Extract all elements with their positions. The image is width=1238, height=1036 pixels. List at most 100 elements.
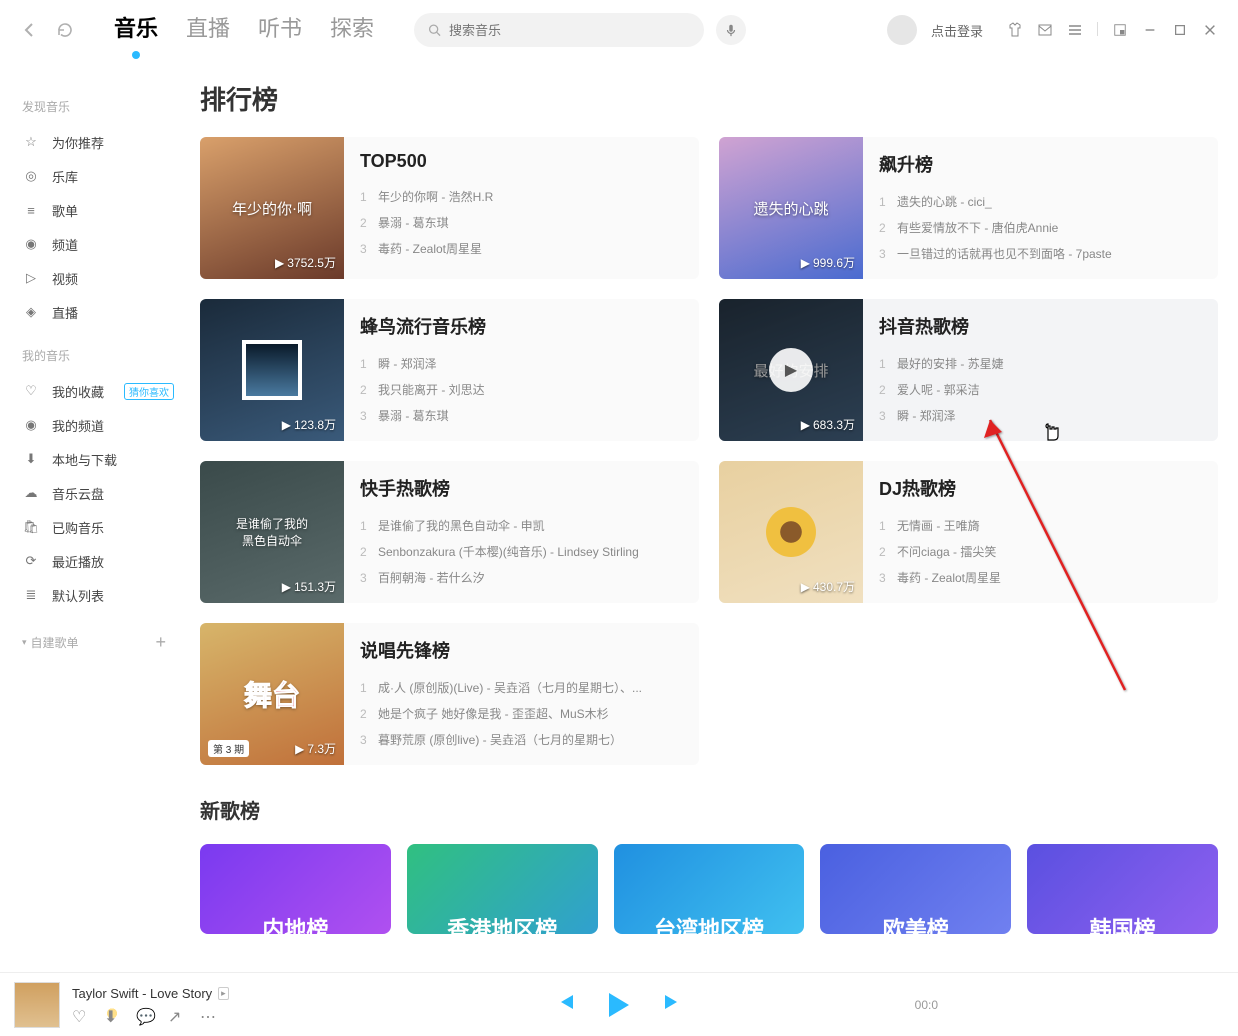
minimize-icon[interactable] xyxy=(1142,22,1158,38)
region-card-western[interactable]: 欧美榜 xyxy=(820,844,1011,934)
video-icon: ▷ xyxy=(22,269,40,287)
chart-song-row[interactable]: 3百舸朝海 - 若什么汐 xyxy=(360,565,683,591)
avatar[interactable] xyxy=(887,15,917,45)
sidebar-item-recent[interactable]: ⟳最近播放 xyxy=(22,544,190,578)
sidebar: 发现音乐 ☆为你推荐 ◎乐库 ≡歌单 ◉频道 ▷视频 ◈直播 我的音乐 ♡我的收… xyxy=(0,70,190,653)
album-thumbnail[interactable] xyxy=(14,982,60,1028)
chart-card-kuaishou[interactable]: 是谁偷了我的 黑色自动伞 ▶ 151.3万 快手热歌榜 1是谁偷了我的黑色自动伞… xyxy=(200,461,699,603)
sidebar-item-channel[interactable]: ◉频道 xyxy=(22,227,190,261)
menu-icon[interactable] xyxy=(1067,22,1083,38)
chart-song-row[interactable]: 1是谁偷了我的黑色自动伞 - 申凯 xyxy=(360,513,683,539)
chart-song-row[interactable]: 3暴溺 - 葛东琪 xyxy=(360,403,683,429)
voice-search-button[interactable] xyxy=(716,15,746,45)
chart-card-dj[interactable]: ▶ 430.7万 DJ热歌榜 1无情画 - 王唯旖 2不问ciaga - 擂尖笑… xyxy=(719,461,1218,603)
play-overlay-button[interactable]: ▶ xyxy=(769,348,813,392)
chart-song-row[interactable]: 2有些爱情放不下 - 唐伯虎Annie xyxy=(879,215,1202,241)
download-icon: ⬇ xyxy=(22,450,40,468)
message-icon[interactable] xyxy=(1037,22,1053,38)
comment-button[interactable]: 💬 xyxy=(136,1007,152,1023)
chart-song-row[interactable]: 3一旦错过的话就再也见不到面咯 - 7paste xyxy=(879,241,1202,267)
tab-listen[interactable]: 听书 xyxy=(258,11,302,49)
search-input[interactable] xyxy=(449,23,690,38)
share-button[interactable]: ↗ xyxy=(168,1007,184,1023)
chart-name: DJ热歌榜 xyxy=(879,475,1202,501)
chart-song-row[interactable]: 1瞬 - 郑润泽 xyxy=(360,351,683,377)
chart-song-row[interactable]: 2我只能离开 - 刘思达 xyxy=(360,377,683,403)
refresh-button[interactable] xyxy=(56,21,74,39)
sidebar-item-purchased[interactable]: 🛍已购音乐 xyxy=(22,510,190,544)
mini-mode-icon[interactable] xyxy=(1112,22,1128,38)
region-card-taiwan[interactable]: 台湾地区榜 xyxy=(614,844,805,934)
sidebar-item-library[interactable]: ◎乐库 xyxy=(22,159,190,193)
chart-card-rap[interactable]: 舞台 第 3 期 ▶ 7.3万 说唱先锋榜 1成·人 (原创版)(Live) -… xyxy=(200,623,699,765)
like-button[interactable]: ♡ xyxy=(72,1007,88,1023)
top-right: 点击登录 xyxy=(887,15,1218,45)
playback-time: 00:0 xyxy=(915,998,938,1012)
cover-image xyxy=(766,507,816,557)
maximize-icon[interactable] xyxy=(1172,22,1188,38)
section-title-newsongs: 新歌榜 xyxy=(200,795,1218,824)
region-card-korea[interactable]: 韩国榜 xyxy=(1027,844,1218,934)
charts-grid: 年少的你·啊 ▶ 3752.5万 TOP500 1年少的你啊 - 浩然H.R 2… xyxy=(200,137,1218,765)
chart-song-row[interactable]: 2她是个疯子 她好像是我 - 歪歪超、MuS木杉 xyxy=(360,701,683,727)
chart-song-row[interactable]: 1遗失的心跳 - cici_ xyxy=(879,189,1202,215)
search-icon xyxy=(428,23,441,37)
chart-song-row[interactable]: 3毒药 - Zealot周星星 xyxy=(879,565,1202,591)
chart-song-row[interactable]: 1最好的安排 - 苏星婕 xyxy=(879,351,1202,377)
chart-song-row[interactable]: 2暴溺 - 葛东琪 xyxy=(360,210,683,236)
cover-image xyxy=(242,340,302,400)
chart-song-row[interactable]: 3毒药 - Zealot周星星 xyxy=(360,236,683,262)
sidebar-item-cloud[interactable]: ☁音乐云盘 xyxy=(22,476,190,510)
sidebar-label: 为你推荐 xyxy=(52,133,104,152)
sidebar-item-video[interactable]: ▷视频 xyxy=(22,261,190,295)
download-button[interactable]: ⬇ xyxy=(104,1007,120,1023)
chart-card-fengniao[interactable]: ▶ 123.8万 蜂鸟流行音乐榜 1瞬 - 郑润泽 2我只能离开 - 刘思达 3… xyxy=(200,299,699,441)
main-content: 排行榜 年少的你·啊 ▶ 3752.5万 TOP500 1年少的你啊 - 浩然H… xyxy=(200,80,1218,946)
chart-card-douyin[interactable]: 最好的安排 ▶ ▶ 683.3万 抖音热歌榜 1最好的安排 - 苏星婕 2爱人呢… xyxy=(719,299,1218,441)
sidebar-label: 音乐云盘 xyxy=(52,484,104,503)
chart-song-row[interactable]: 3暮野荒原 (原创live) - 吴垚滔（七月的星期七） xyxy=(360,727,683,753)
chart-song-row[interactable]: 1成·人 (原创版)(Live) - 吴垚滔（七月的星期七）、... xyxy=(360,675,683,701)
sidebar-item-playlist[interactable]: ≡歌单 xyxy=(22,193,190,227)
sidebar-item-favorite[interactable]: ♡我的收藏猜你喜欢 xyxy=(22,374,190,408)
add-playlist-button[interactable]: + xyxy=(155,632,166,653)
next-track-button[interactable] xyxy=(663,992,683,1017)
sidebar-item-live[interactable]: ◈直播 xyxy=(22,295,190,329)
sidebar-item-local[interactable]: ⬇ 本地与下载 xyxy=(22,442,190,476)
close-icon[interactable] xyxy=(1202,22,1218,38)
region-card-mainland[interactable]: 内地榜 xyxy=(200,844,391,934)
region-card-hongkong[interactable]: 香港地区榜 xyxy=(407,844,598,934)
tab-live[interactable]: 直播 xyxy=(186,11,230,49)
chart-song-row[interactable]: 2爱人呢 - 郭采洁 xyxy=(879,377,1202,403)
login-link[interactable]: 点击登录 xyxy=(931,21,983,40)
play-count: ▶ 3752.5万 xyxy=(275,254,336,271)
chart-song-row[interactable]: 1无情画 - 王唯旖 xyxy=(879,513,1202,539)
skin-icon[interactable] xyxy=(1007,22,1023,38)
sidebar-section-mine: 我的音乐 xyxy=(22,347,190,364)
tab-explore[interactable]: 探索 xyxy=(330,11,374,49)
chart-card-soaring[interactable]: 遗失的心跳 ▶ 999.6万 飙升榜 1遗失的心跳 - cici_ 2有些爱情放… xyxy=(719,137,1218,279)
play-button[interactable] xyxy=(609,993,629,1017)
search-box[interactable] xyxy=(414,13,704,47)
chart-name: 飙升榜 xyxy=(879,151,1202,177)
channel-icon: ◉ xyxy=(22,416,40,434)
tab-music[interactable]: 音乐 xyxy=(114,11,158,49)
radio-icon: ◉ xyxy=(22,235,40,253)
sidebar-item-default-list[interactable]: ≣默认列表 xyxy=(22,578,190,612)
back-button[interactable] xyxy=(20,21,38,39)
heart-icon: ♡ xyxy=(22,382,40,400)
prev-track-button[interactable] xyxy=(555,992,575,1017)
sidebar-label: 本地与下载 xyxy=(52,450,117,469)
create-playlist-label[interactable]: ▾自建歌单 xyxy=(22,634,79,651)
more-button[interactable]: ⋯ xyxy=(200,1007,216,1023)
cover-text: 舞台 xyxy=(236,666,308,722)
chart-song-row[interactable]: 2不问ciaga - 擂尖笑 xyxy=(879,539,1202,565)
mv-icon[interactable]: ▸ xyxy=(218,987,229,1000)
chart-song-row[interactable]: 1年少的你啊 - 浩然H.R xyxy=(360,184,683,210)
now-playing-title[interactable]: Taylor Swift - Love Story▸ xyxy=(72,986,229,1001)
chart-song-row[interactable]: 2Senbonzakura (千本樱)(纯音乐) - Lindsey Stirl… xyxy=(360,539,683,565)
chart-song-row[interactable]: 3瞬 - 郑润泽 xyxy=(879,403,1202,429)
chart-card-top500[interactable]: 年少的你·啊 ▶ 3752.5万 TOP500 1年少的你啊 - 浩然H.R 2… xyxy=(200,137,699,279)
sidebar-item-my-channel[interactable]: ◉我的频道 xyxy=(22,408,190,442)
sidebar-item-recommend[interactable]: ☆为你推荐 xyxy=(22,125,190,159)
